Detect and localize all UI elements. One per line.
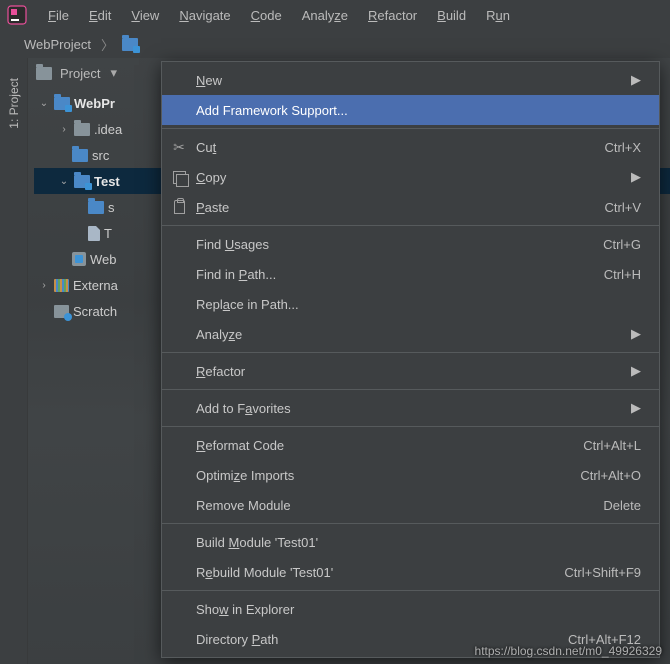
file-icon	[88, 226, 100, 241]
tree-label: src	[92, 148, 109, 163]
menu-code[interactable]: Code	[241, 4, 292, 27]
submenu-arrow-icon: ▶	[631, 400, 641, 416]
menu-file[interactable]: File	[38, 4, 79, 27]
ctx-new[interactable]: New ▶	[162, 65, 659, 95]
menu-separator	[162, 426, 659, 427]
tree-label: WebPr	[74, 96, 115, 111]
folder-icon	[74, 123, 90, 136]
tree-label: .idea	[94, 122, 122, 137]
watermark-text: https://blog.csdn.net/m0_49926329	[475, 644, 662, 658]
ctx-find-usages[interactable]: Find Usages Ctrl+G	[162, 229, 659, 259]
expand-toggle-icon[interactable]: ⌄	[58, 176, 70, 187]
panel-title: Project	[60, 66, 100, 81]
menu-build[interactable]: Build	[427, 4, 476, 27]
tool-window-rail: 1: Project	[0, 58, 28, 664]
submenu-arrow-icon: ▶	[631, 169, 641, 185]
module-folder-icon	[74, 175, 90, 188]
ctx-replace-in-path[interactable]: Replace in Path...	[162, 289, 659, 319]
menu-edit[interactable]: Edit	[79, 4, 121, 27]
tree-label: s	[108, 200, 115, 215]
copy-icon	[170, 171, 188, 184]
ctx-refactor[interactable]: Refactor ▶	[162, 356, 659, 386]
expand-toggle-icon[interactable]: ⌄	[38, 98, 50, 109]
paste-icon	[170, 200, 188, 214]
submenu-arrow-icon: ▶	[631, 72, 641, 88]
folder-icon	[36, 67, 52, 80]
context-menu: New ▶ Add Framework Support... ✂ Cut Ctr…	[161, 61, 660, 658]
expand-toggle-icon[interactable]: ›	[58, 124, 70, 135]
ctx-cut[interactable]: ✂ Cut Ctrl+X	[162, 132, 659, 162]
menu-run[interactable]: Run	[476, 4, 520, 27]
menu-separator	[162, 352, 659, 353]
submenu-arrow-icon: ▶	[631, 326, 641, 342]
ctx-copy[interactable]: Copy ▶	[162, 162, 659, 192]
tree-label: Web	[90, 252, 117, 267]
menu-separator	[162, 590, 659, 591]
chevron-down-icon[interactable]: ▾	[110, 65, 117, 81]
tree-label: Test	[94, 174, 120, 189]
tree-label: T	[104, 226, 112, 241]
expand-toggle-icon[interactable]: ›	[38, 280, 50, 291]
menu-view[interactable]: View	[121, 4, 169, 27]
module-folder-icon	[122, 38, 138, 51]
iml-icon	[72, 252, 86, 266]
source-folder-icon	[72, 149, 88, 162]
ctx-reformat-code[interactable]: Reformat Code Ctrl+Alt+L	[162, 430, 659, 460]
tree-label: Externa	[73, 278, 118, 293]
ctx-rebuild-module[interactable]: Rebuild Module 'Test01' Ctrl+Shift+F9	[162, 557, 659, 587]
menu-separator	[162, 389, 659, 390]
module-folder-icon	[54, 97, 70, 110]
ctx-build-module[interactable]: Build Module 'Test01'	[162, 527, 659, 557]
app-logo	[6, 4, 28, 26]
menu-analyze[interactable]: Analyze	[292, 4, 358, 27]
source-folder-icon	[88, 201, 104, 214]
ctx-remove-module[interactable]: Remove Module Delete	[162, 490, 659, 520]
menu-separator	[162, 225, 659, 226]
tree-label: Scratch	[73, 304, 117, 319]
ctx-add-favorites[interactable]: Add to Favorites ▶	[162, 393, 659, 423]
breadcrumb: WebProject 〉	[0, 30, 670, 58]
ctx-show-in-explorer[interactable]: Show in Explorer	[162, 594, 659, 624]
main-menubar: File Edit View Navigate Code Analyze Ref…	[0, 0, 670, 30]
scissors-icon: ✂	[170, 139, 188, 156]
breadcrumb-sep-icon: 〉	[101, 35, 114, 54]
ctx-optimize-imports[interactable]: Optimize Imports Ctrl+Alt+O	[162, 460, 659, 490]
menu-navigate[interactable]: Navigate	[169, 4, 240, 27]
breadcrumb-root[interactable]: WebProject	[20, 35, 95, 54]
menu-refactor[interactable]: Refactor	[358, 4, 427, 27]
submenu-arrow-icon: ▶	[631, 363, 641, 379]
menu-separator	[162, 128, 659, 129]
ctx-add-framework-support[interactable]: Add Framework Support...	[162, 95, 659, 125]
scratches-icon	[54, 305, 69, 318]
ctx-analyze[interactable]: Analyze ▶	[162, 319, 659, 349]
libraries-icon	[54, 279, 69, 292]
menu-separator	[162, 523, 659, 524]
ctx-find-in-path[interactable]: Find in Path... Ctrl+H	[162, 259, 659, 289]
ctx-paste[interactable]: Paste Ctrl+V	[162, 192, 659, 222]
rail-project-tab[interactable]: 1: Project	[7, 72, 21, 135]
